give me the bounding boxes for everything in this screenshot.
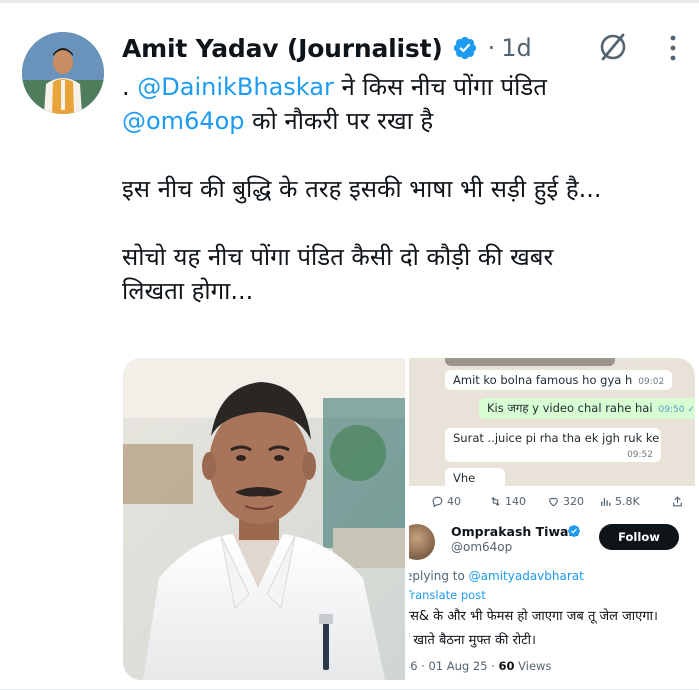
embedded-like-action: 320 [547,495,584,508]
tweet-header: Amit Yadav (Journalist) · 1d [122,28,532,68]
repost-count: 140 [505,495,526,508]
like-icon [549,497,558,507]
reply-icon [432,496,443,508]
tweet-line: इस नीच की बुद्धि के तरह इसकी भाषा भी सड़… [122,175,602,203]
grok-icon[interactable] [596,30,630,64]
tweet-text-fragment: . [122,73,138,101]
embedded-action-bar: 40 140 320 5.8K [409,486,695,518]
reply-count: 40 [447,495,461,508]
tweet-line: . @DainikBhaskar ने किस नीच पोंगा पंडित [122,70,692,104]
views-count: 5.8K [615,495,640,508]
chat-message-text: Surat ..juice pi rha tha ek jgh ruk ke [453,431,660,445]
chat-time: 09:50 ✓✓ [658,405,695,415]
replying-handle: @amityadavbharat [468,569,584,583]
embedded-author-handle: @om64op [451,540,513,554]
mention-link[interactable]: @DainikBhaskar [137,73,334,101]
embedded-post-timestamp: :46 · 01 Aug 25 · [409,659,495,673]
views-icon [601,498,611,506]
tweet-text: . @DainikBhaskar ने किस नीच पोंगा पंडित … [122,70,692,308]
top-divider [0,0,699,3]
post-time[interactable]: 1d [501,34,532,62]
embedded-repost-action: 140 [489,495,526,508]
embedded-author-name: Omprakash Tiwari [451,524,579,539]
embedded-replying-to: eplying to @amityadavbharat [409,569,584,583]
embedded-post-text: ोस& के और भी फेमस हो जाएगा जब तू जेल जाए… [409,605,658,653]
tweet-line: @om64op को नौकरी पर रखा है [122,104,692,138]
chat-message-outgoing: Kis जगह y video chal rahe hai 09:50 ✓✓ [479,398,695,419]
replying-prefix: eplying to [409,569,469,583]
tweet-text-fragment: को नौकरी पर रखा है [244,107,434,135]
chat-screenshot: 09:01 Amit ko bolna famous ho gya h 09:02… [409,358,695,490]
embedded-post-line: हीं खाते बैठना मुफ्त की रोटी। [409,633,536,648]
more-vertical-icon[interactable] [668,34,678,62]
tweet-text-fragment: ने किस नीच पोंगा पंडित [333,73,547,101]
like-count: 320 [563,495,584,508]
chat-message-text: Amit ko bolna famous ho gya h [453,373,633,387]
media-grid: 09:01 Amit ko bolna famous ho gya h 09:02… [123,358,695,680]
embedded-views-action: 5.8K [599,495,640,508]
portrait-photo-image [123,358,405,680]
embedded-post-card: Omprakash Tiwari @om64op Follow eplying … [409,518,695,680]
chat-message-text: Kis जगह y video chal rahe hai [487,401,653,415]
author-name[interactable]: Amit Yadav (Journalist) [122,34,443,63]
chat-previous-message: 09:01 [445,358,641,366]
embedded-reply-action: 40 [431,495,461,508]
embedded-post-views-label: Views [514,659,552,673]
chat-message-text: Vhe [453,471,476,485]
mention-link[interactable]: @om64op [122,107,245,135]
repost-icon [491,496,500,507]
embedded-follow-button: Follow [599,524,679,550]
tweet-line: सोचो यह नीच पोंगा पंडित कैसी दो कौड़ी की… [122,243,554,271]
media-photo-screenshot[interactable]: 09:01 Amit ko bolna famous ho gya h 09:02… [409,358,695,680]
verified-badge-icon [453,36,476,60]
chat-message-incoming: Amit ko bolna famous ho gya h 09:02 [445,370,673,390]
embedded-translate-link: Translate post [409,588,486,602]
header-separator: · [487,34,496,62]
embedded-post-line: ोस& के और भी फेमस हो जाएगा जब तू जेल जाए… [409,609,658,624]
author-avatar-image [22,32,104,114]
chat-time: 09:01 [615,358,641,366]
tweet-line: लिखता होगा... [122,277,254,305]
embedded-share-action [671,495,687,508]
verified-badge-icon [568,525,580,537]
share-icon [673,496,682,507]
chat-time: 09:52 [627,450,653,460]
chat-time: 09:02 [638,377,665,387]
media-photo-portrait[interactable] [123,358,405,680]
embedded-post-meta: :46 · 01 Aug 25 · 60 Views [409,659,551,673]
embedded-post-views-count: 60 [498,659,515,673]
author-avatar[interactable] [22,32,104,114]
embedded-author-avatar [409,524,435,560]
chat-message-incoming: Surat ..juice pi rha tha ek jgh ruk ke 09… [445,428,661,462]
